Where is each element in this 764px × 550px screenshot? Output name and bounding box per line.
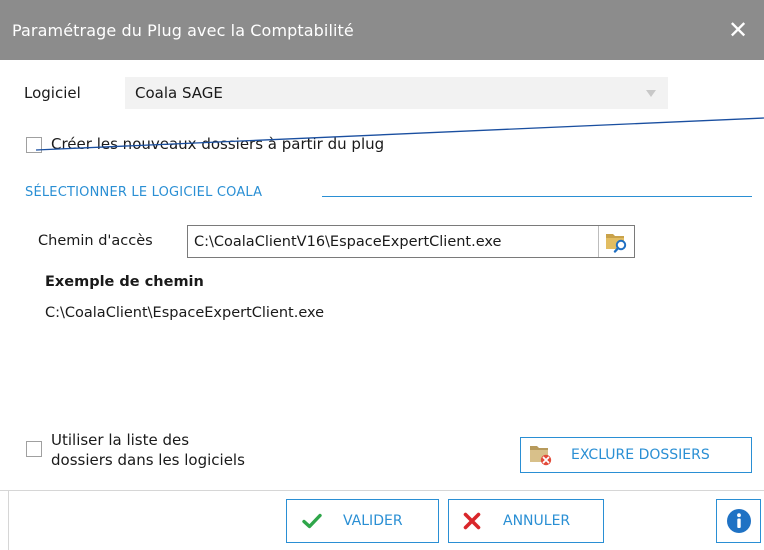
use-list-label-line1: Utiliser la liste des [51, 431, 190, 449]
cancel-button[interactable]: ANNULER [448, 499, 604, 543]
chevron-down-icon[interactable] [635, 78, 667, 108]
use-list-checkbox[interactable] [26, 441, 42, 457]
exclude-folders-button[interactable]: EXCLURE DOSSIERS [520, 437, 752, 473]
window-title: Paramétrage du Plug avec la Comptabilité [12, 20, 354, 40]
software-label: Logiciel [24, 84, 81, 102]
section-divider [322, 196, 752, 197]
info-button[interactable] [716, 499, 761, 543]
check-icon [287, 500, 337, 542]
path-field[interactable]: C:\CoalaClientV16\EspaceExpertClient.exe [187, 225, 635, 258]
info-icon [726, 508, 752, 534]
annotation-line [36, 117, 764, 151]
path-example-title: Exemple de chemin [45, 274, 204, 290]
footer-divider [0, 490, 764, 491]
section-title: SÉLECTIONNER LE LOGICIEL COALA [25, 185, 263, 200]
cross-icon [449, 500, 495, 542]
cancel-label: ANNULER [503, 513, 571, 529]
footer-left-border [8, 490, 9, 550]
software-selected-value: Coala SAGE [135, 84, 223, 102]
close-icon[interactable]: ✕ [726, 18, 750, 42]
folder-search-icon[interactable] [598, 226, 634, 257]
path-example-value: C:\CoalaClient\EspaceExpertClient.exe [45, 305, 325, 321]
title-bar: Paramétrage du Plug avec la Comptabilité… [0, 0, 764, 60]
use-list-label-line2: dossiers dans les logiciels [51, 451, 245, 469]
folder-remove-icon [521, 438, 561, 472]
path-label: Chemin d'accès [38, 233, 153, 249]
software-select[interactable]: Coala SAGE [125, 77, 668, 109]
path-input-value[interactable]: C:\CoalaClientV16\EspaceExpertClient.exe [188, 234, 598, 250]
validate-button[interactable]: VALIDER [286, 499, 439, 543]
exclude-folders-label: EXCLURE DOSSIERS [571, 447, 710, 463]
validate-label: VALIDER [343, 513, 403, 529]
use-list-label[interactable]: Utiliser la liste des dossiers dans les … [51, 430, 245, 470]
